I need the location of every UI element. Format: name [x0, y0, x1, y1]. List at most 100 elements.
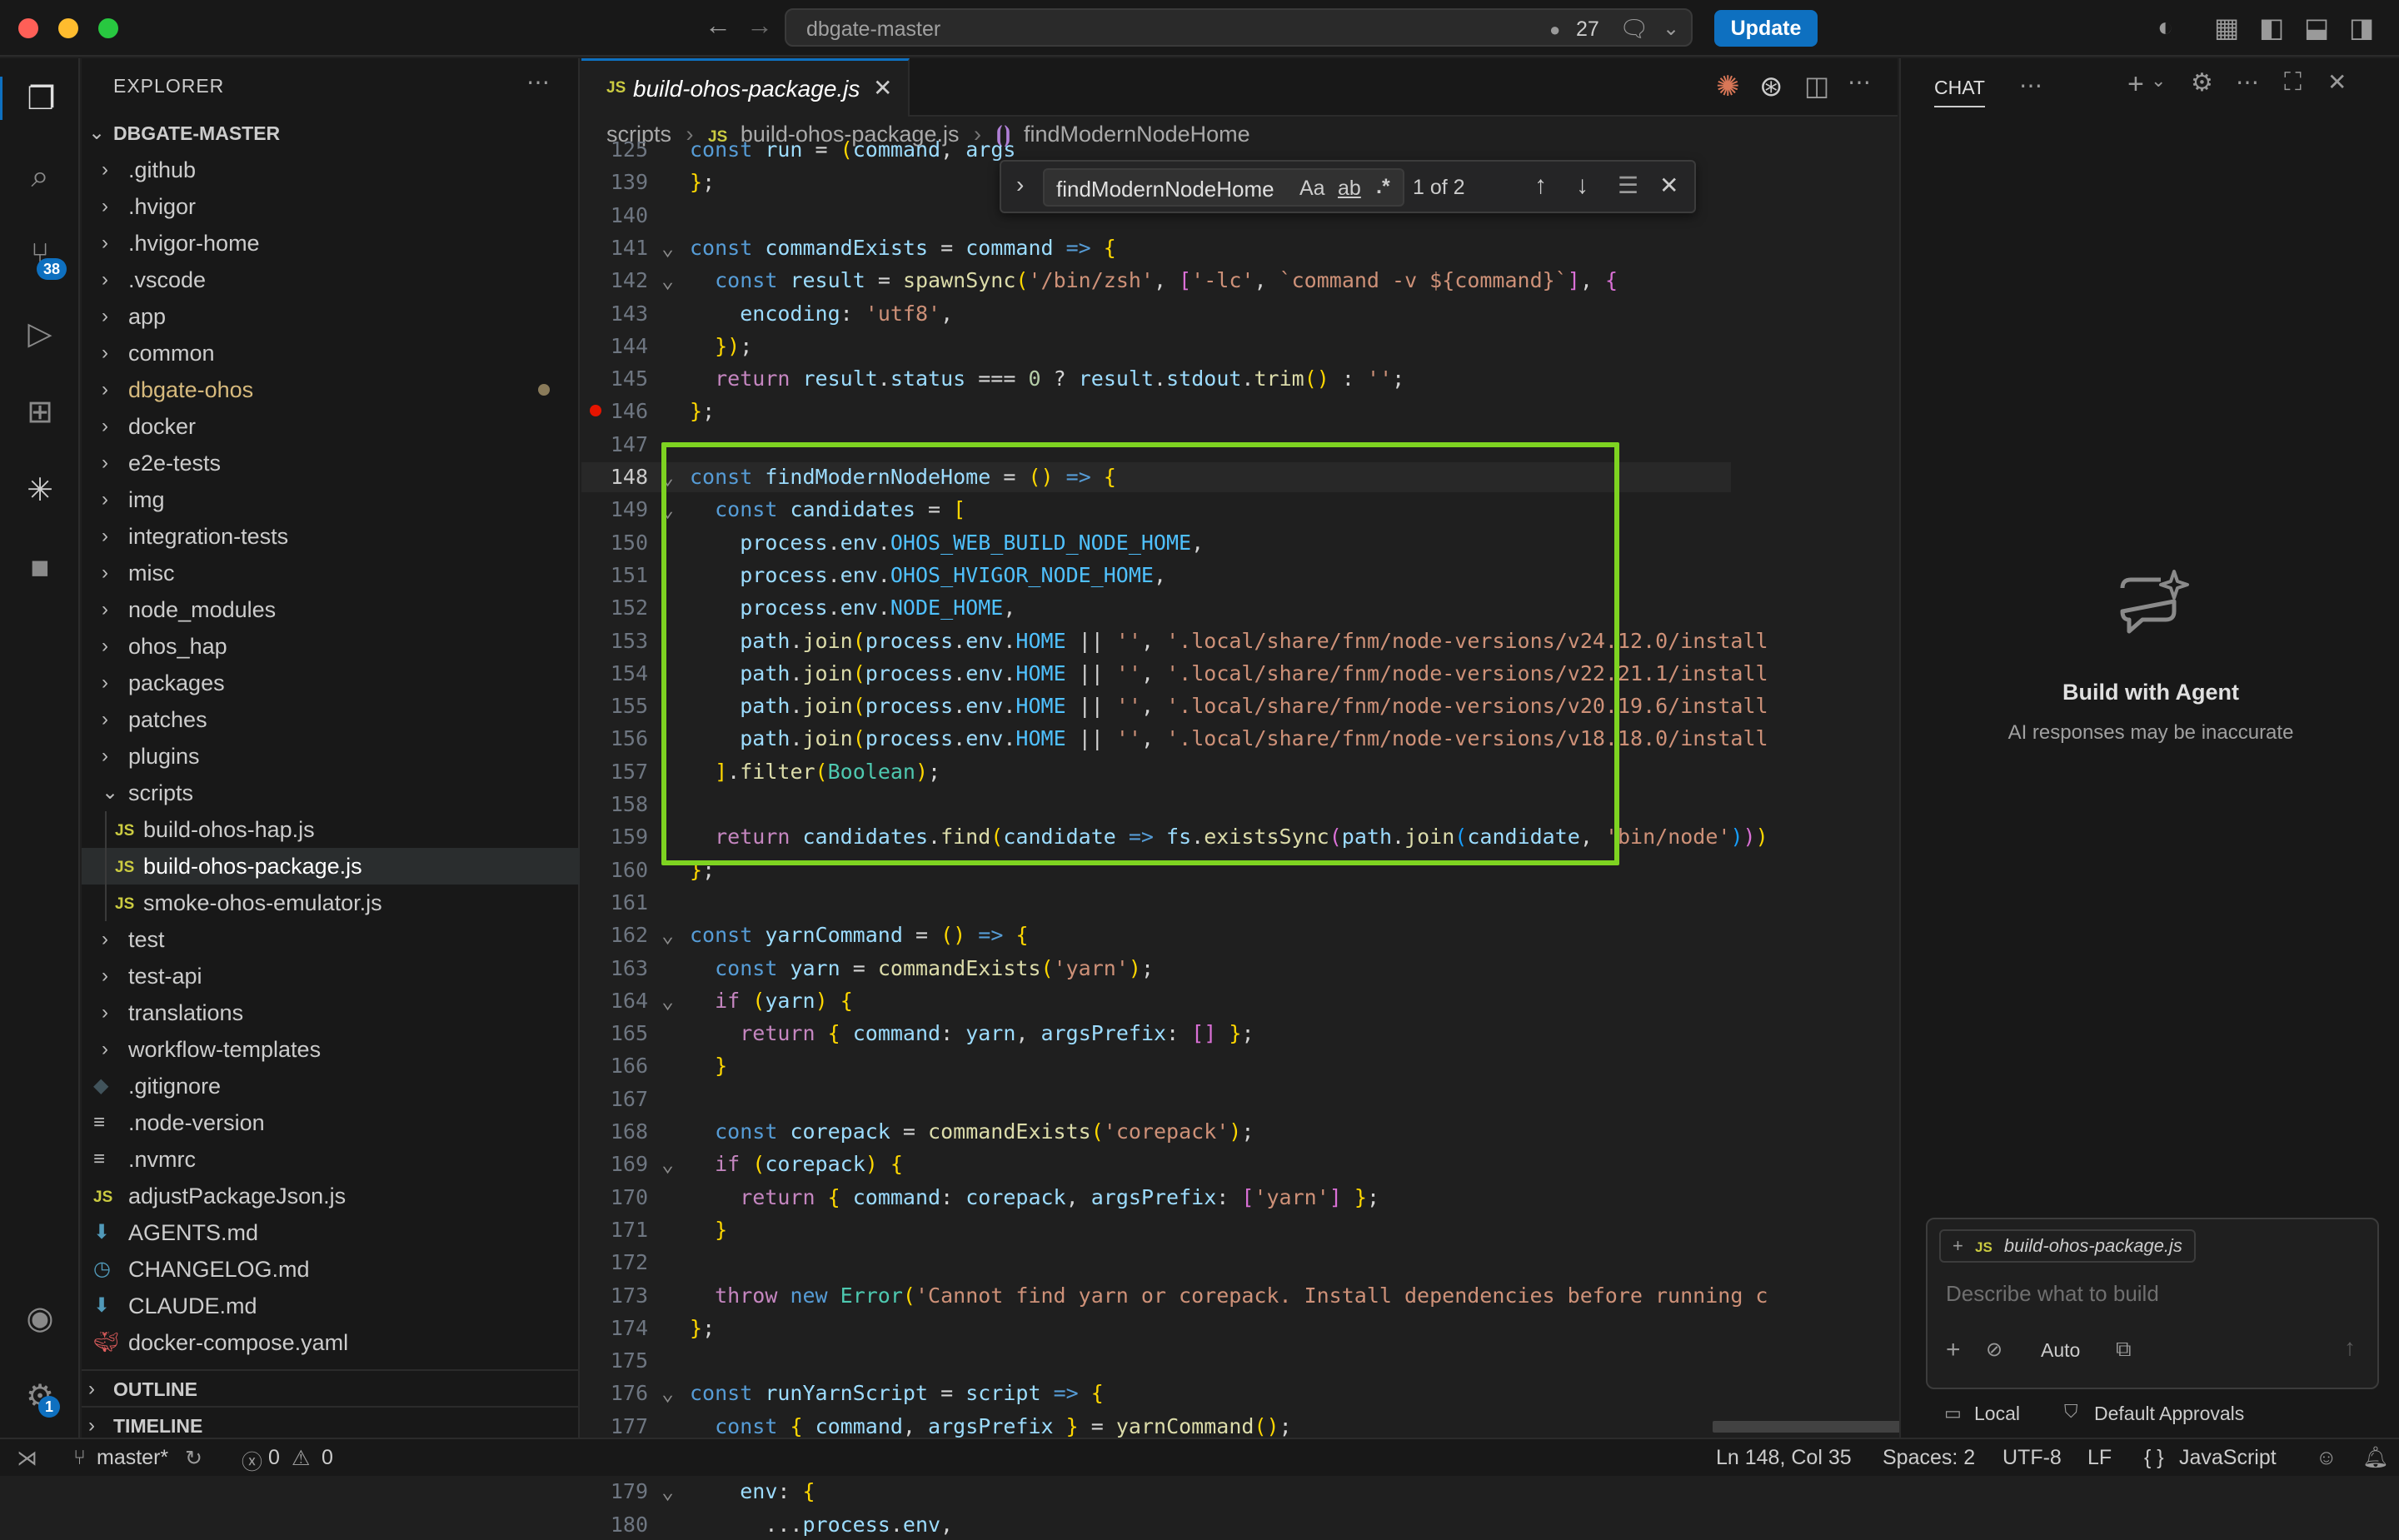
breakpoint-marker[interactable]	[590, 405, 601, 416]
folder-item[interactable]: › misc	[82, 555, 580, 591]
fold-chevron-icon[interactable]: ⌄	[661, 920, 674, 950]
language-mode[interactable]: JavaScript	[2179, 1446, 2277, 1470]
account-icon[interactable]: ◉	[18, 1296, 62, 1339]
chevron-down-icon[interactable]: ⌄	[1663, 17, 1679, 41]
code-line[interactable]: 167	[581, 1084, 1731, 1114]
chat-bubble-icon[interactable]: 🗨	[1619, 15, 1649, 42]
code-line[interactable]: 170 return { command: corepack, argsPref…	[581, 1183, 1731, 1213]
code-line[interactable]: 144 });	[581, 331, 1731, 361]
whole-word-toggle[interactable]: ab	[1338, 177, 1361, 201]
folder-item[interactable]: › test	[82, 921, 580, 958]
error-count[interactable]: 0	[268, 1446, 280, 1470]
folder-item[interactable]: › integration-tests	[82, 518, 580, 555]
send-arrow-icon[interactable]: ↑	[2344, 1334, 2356, 1361]
folder-item[interactable]: › app	[82, 298, 580, 335]
fold-chevron-icon[interactable]: ⌄	[661, 266, 674, 296]
remote-icon[interactable]: ⋊	[17, 1446, 37, 1471]
chat-settings-icon[interactable]: ⚙	[2191, 68, 2213, 97]
find-in-selection-icon[interactable]: ☰	[1618, 172, 1638, 199]
folder-item[interactable]: › test-api	[82, 958, 580, 994]
folder-item[interactable]: › workflow-templates	[82, 1031, 580, 1068]
tools-icon[interactable]: ⊘	[1986, 1338, 2002, 1362]
context-file-chip[interactable]: + JS build-ohos-package.js	[1939, 1229, 2196, 1263]
folder-item[interactable]: › img	[82, 481, 580, 518]
code-line[interactable]: 143 encoding: 'utf8',	[581, 299, 1731, 329]
code-line[interactable]: 162 const yarnCommand = () => {⌄	[581, 920, 1731, 950]
find-input[interactable]: findModernNodeHome Aa ab .*	[1043, 168, 1404, 207]
code-line[interactable]: 171 }	[581, 1215, 1731, 1245]
remote-explorer-icon[interactable]: ■	[18, 546, 62, 590]
toggle-replace-icon[interactable]: ›	[1016, 172, 1024, 198]
chat-title[interactable]: CHAT	[1934, 77, 1985, 107]
new-chat-icon[interactable]: +	[2127, 68, 2144, 101]
code-line[interactable]: 176 const runYarnScript = script => {⌄	[581, 1378, 1731, 1408]
file-item[interactable]: ⬇ AGENTS.md	[82, 1214, 580, 1251]
folder-item[interactable]: › common	[82, 335, 580, 371]
code-line[interactable]: 175	[581, 1346, 1731, 1376]
close-chat-icon[interactable]: ✕	[2327, 68, 2347, 96]
folder-item[interactable]: ⌄ scripts	[82, 775, 580, 811]
code-line[interactable]: 164 if (yarn) {⌄	[581, 986, 1731, 1016]
mode-picker[interactable]: Auto	[2041, 1339, 2080, 1362]
file-item[interactable]: JS adjustPackageJson.js	[82, 1178, 580, 1214]
folder-item[interactable]: › e2e-tests	[82, 445, 580, 481]
code-line[interactable]: 169 if (corepack) {⌄	[581, 1149, 1731, 1179]
code-line[interactable]: 146};	[581, 396, 1731, 426]
claude-icon[interactable]: ✳	[18, 468, 62, 511]
customize-layout-icon[interactable]: ▦	[2214, 12, 2239, 43]
folder-item[interactable]: › .hvigor	[82, 188, 580, 225]
match-case-toggle[interactable]: Aa	[1299, 177, 1325, 201]
folder-item[interactable]: › .hvigor-home	[82, 225, 580, 262]
folder-item[interactable]: › patches	[82, 701, 580, 738]
fold-chevron-icon[interactable]: ⌄	[661, 1378, 674, 1408]
code-line[interactable]: 141 const commandExists = command => {⌄	[581, 233, 1731, 263]
fold-chevron-icon[interactable]: ⌄	[661, 233, 674, 263]
file-item[interactable]: ⬇ CLAUDE.md	[82, 1288, 580, 1324]
add-attachment-icon[interactable]: +	[1946, 1336, 1961, 1364]
fold-chevron-icon[interactable]: ⌄	[661, 1477, 674, 1507]
back-arrow-icon[interactable]: ←	[705, 10, 731, 41]
code-line[interactable]: 179 env: {⌄	[581, 1477, 1731, 1507]
code-line[interactable]: 145 return result.status === 0 ? result.…	[581, 364, 1731, 394]
minimize-window-button[interactable]	[58, 18, 78, 38]
chat-overflow-icon[interactable]: ⋯	[2236, 68, 2259, 96]
close-find-icon[interactable]: ✕	[1659, 172, 1678, 199]
editor-more-icon[interactable]: ⋯	[1848, 68, 1871, 96]
outline-section[interactable]: › OUTLINE	[82, 1369, 580, 1406]
explorer-more-icon[interactable]: ⋯	[526, 68, 550, 96]
code-line[interactable]: 174};	[581, 1313, 1731, 1343]
indentation[interactable]: Spaces: 2	[1883, 1446, 1975, 1470]
sync-icon[interactable]: ↻	[185, 1446, 202, 1471]
search-icon[interactable]: ⌕	[18, 155, 62, 198]
openai-icon[interactable]: ⊛	[1759, 70, 1783, 103]
folder-item[interactable]: › docker	[82, 408, 580, 445]
file-item[interactable]: ≡ .node-version	[82, 1104, 580, 1141]
forward-arrow-icon[interactable]: →	[746, 10, 773, 41]
code-line[interactable]: 180 ...process.env,	[581, 1510, 1731, 1540]
code-line[interactable]: 166 }	[581, 1051, 1731, 1081]
file-item[interactable]: ◆ .gitignore	[82, 1068, 580, 1104]
command-center-search[interactable]: dbgate-master ● 27 🗨 ⌄	[785, 8, 1693, 47]
toggle-panel-icon[interactable]: ⬓	[2304, 12, 2329, 43]
regex-toggle[interactable]: .*	[1376, 175, 1390, 199]
end-of-line[interactable]: LF	[2087, 1446, 2112, 1470]
folder-item[interactable]: › plugins	[82, 738, 580, 775]
code-line[interactable]: 165 return { command: yarn, argsPrefix: …	[581, 1019, 1731, 1049]
approvals-picker[interactable]: Default Approvals	[2094, 1403, 2244, 1425]
folder-item[interactable]: › translations	[82, 994, 580, 1031]
split-editor-icon[interactable]: ◫	[1804, 70, 1829, 102]
fold-chevron-icon[interactable]: ⌄	[661, 986, 674, 1016]
explorer-root[interactable]: ⌄ DBGATE-MASTER	[82, 115, 580, 152]
copilot-icon[interactable]: ☺	[2316, 1446, 2337, 1470]
file-item[interactable]: 🐳︎ docker-compose.yaml	[82, 1324, 580, 1361]
code-line[interactable]: 161	[581, 888, 1731, 918]
file-item[interactable]: ◷ CHANGELOG.md	[82, 1251, 580, 1288]
toggle-primary-sidebar-icon[interactable]: ◧	[2259, 12, 2284, 43]
close-window-button[interactable]	[18, 18, 38, 38]
encoding[interactable]: UTF-8	[2002, 1446, 2062, 1470]
branch-name[interactable]: master*	[97, 1446, 168, 1470]
file-item[interactable]: JS build-ohos-hap.js	[82, 811, 580, 848]
code-line[interactable]: 142 const result = spawnSync('/bin/zsh',…	[581, 266, 1731, 296]
folder-item[interactable]: › packages	[82, 665, 580, 701]
location-picker[interactable]: Local	[1974, 1403, 2020, 1425]
